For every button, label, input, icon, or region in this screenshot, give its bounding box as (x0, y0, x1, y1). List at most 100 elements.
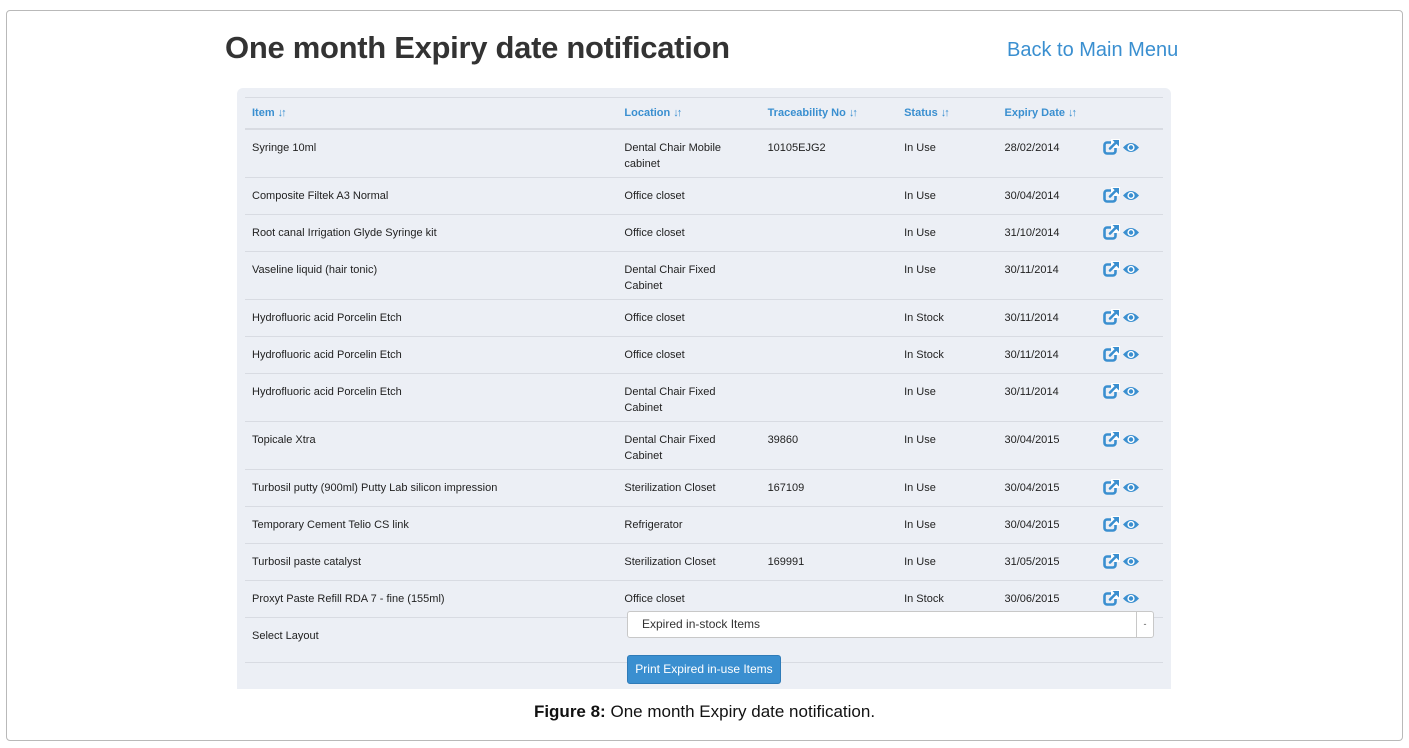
cell-status: In Use (897, 543, 998, 581)
table-row: Hydrofluoric acid Porcelin Etch Office cl… (245, 336, 1163, 374)
cell-item: Root canal Irrigation Glyde Syringe kit (245, 214, 618, 252)
cell-status: In Stock (897, 336, 998, 374)
cell-actions (1096, 469, 1163, 507)
eye-icon[interactable] (1122, 385, 1140, 398)
edit-external-icon[interactable] (1103, 346, 1121, 362)
column-header-traceability[interactable]: Traceability No ↓↑ (760, 97, 898, 130)
cell-traceability (760, 251, 898, 300)
cell-item: Turbosil putty (900ml) Putty Lab silicon… (245, 469, 618, 507)
table-row: Composite Filtek A3 Normal Office closet I… (245, 177, 1163, 215)
cell-status: In Use (897, 421, 998, 470)
table-row: Root canal Irrigation Glyde Syringe kit O… (245, 214, 1163, 252)
table-row: Topicale Xtra Dental Chair Fixed Cabinet 3… (245, 421, 1163, 470)
edit-external-icon[interactable] (1103, 383, 1121, 399)
figure-caption: Figure 8: One month Expiry date notifica… (0, 702, 1409, 722)
eye-icon[interactable] (1122, 141, 1140, 154)
edit-external-icon[interactable] (1103, 224, 1121, 240)
cell-traceability: 169991 (760, 543, 898, 581)
cell-expiry: 31/05/2015 (997, 543, 1097, 581)
eye-icon[interactable] (1122, 263, 1140, 276)
sort-icon[interactable]: ↓↑ (849, 107, 858, 119)
cell-traceability (760, 299, 898, 337)
inventory-panel: Item ↓↑ Location ↓↑ Traceability No ↓↑ Stat… (237, 88, 1171, 689)
cell-status: In Use (897, 506, 998, 544)
cell-status: In Use (897, 469, 998, 507)
cell-actions (1096, 177, 1163, 215)
eye-icon[interactable] (1122, 226, 1140, 239)
back-to-main-menu-link[interactable]: Back to Main Menu (1007, 39, 1178, 62)
column-header-item[interactable]: Item ↓↑ (245, 97, 618, 130)
cell-location: Sterilization Closet (617, 469, 761, 507)
select-arrow-icon[interactable]: - (1136, 612, 1153, 637)
edit-external-icon[interactable] (1103, 516, 1121, 532)
sort-icon[interactable]: ↓↑ (941, 107, 950, 119)
cell-traceability (760, 506, 898, 544)
cell-location: Sterilization Closet (617, 543, 761, 581)
cell-actions (1096, 506, 1163, 544)
edit-external-icon[interactable] (1103, 261, 1121, 277)
print-expired-button[interactable]: Print Expired in-use Items (627, 655, 781, 684)
cell-status: In Use (897, 177, 998, 215)
cell-status: In Use (897, 214, 998, 252)
figure-caption-text: One month Expiry date notification. (610, 702, 876, 721)
eye-icon[interactable] (1122, 592, 1140, 605)
cell-item: Turbosil paste catalyst (245, 543, 618, 581)
cell-status: In Use (897, 251, 998, 300)
sort-icon[interactable]: ↓↑ (1068, 107, 1077, 119)
cell-item: Hydrofluoric acid Porcelin Etch (245, 299, 618, 337)
eye-icon[interactable] (1122, 518, 1140, 531)
sort-icon[interactable]: ↓↑ (673, 107, 682, 119)
table-row: Turbosil putty (900ml) Putty Lab silicon… (245, 469, 1163, 507)
table-row: Syringe 10ml Dental Chair Mobile cabinet 1… (245, 129, 1163, 178)
cell-status: In Use (897, 373, 998, 422)
edit-external-icon[interactable] (1103, 431, 1121, 447)
edit-external-icon[interactable] (1103, 553, 1121, 569)
cell-location: Dental Chair Fixed Cabinet (617, 251, 761, 300)
sort-icon[interactable]: ↓↑ (278, 107, 287, 119)
eye-icon[interactable] (1122, 311, 1140, 324)
cell-traceability (760, 373, 898, 422)
edit-external-icon[interactable] (1103, 139, 1121, 155)
cell-actions (1096, 214, 1163, 252)
expiry-table: Item ↓↑ Location ↓↑ Traceability No ↓↑ Stat… (245, 97, 1163, 663)
cell-location: Office closet (617, 177, 761, 215)
column-header-status[interactable]: Status ↓↑ (897, 97, 998, 130)
eye-icon[interactable] (1122, 189, 1140, 202)
cell-item: Hydrofluoric acid Porcelin Etch (245, 336, 618, 374)
cell-item: Hydrofluoric acid Porcelin Etch (245, 373, 618, 422)
edit-external-icon[interactable] (1103, 479, 1121, 495)
edit-external-icon[interactable] (1103, 590, 1121, 606)
edit-external-icon[interactable] (1103, 187, 1121, 203)
cell-traceability (760, 177, 898, 215)
cell-actions (1096, 299, 1163, 337)
cell-traceability: 39860 (760, 421, 898, 470)
layout-select[interactable]: Expired in-stock Items - (627, 611, 1154, 638)
eye-icon[interactable] (1122, 348, 1140, 361)
cell-item: Temporary Cement Telio CS link (245, 506, 618, 544)
table-row: Hydrofluoric acid Porcelin Etch Dental Ch… (245, 373, 1163, 422)
eye-icon[interactable] (1122, 481, 1140, 494)
cell-actions (1096, 543, 1163, 581)
cell-item: Syringe 10ml (245, 129, 618, 178)
cell-item: Topicale Xtra (245, 421, 618, 470)
edit-external-icon[interactable] (1103, 309, 1121, 325)
column-header-location[interactable]: Location ↓↑ (617, 97, 761, 130)
cell-location: Office closet (617, 214, 761, 252)
eye-icon[interactable] (1122, 433, 1140, 446)
cell-item: Composite Filtek A3 Normal (245, 177, 618, 215)
cell-traceability (760, 336, 898, 374)
eye-icon[interactable] (1122, 555, 1140, 568)
page-title: One month Expiry date notification (225, 30, 730, 65)
cell-location: Dental Chair Fixed Cabinet (617, 373, 761, 422)
cell-expiry: 30/11/2014 (997, 373, 1097, 422)
table-row: Vaseline liquid (hair tonic) Dental Chair… (245, 251, 1163, 300)
cell-status: In Stock (897, 299, 998, 337)
layout-select-value: Expired in-stock Items (642, 617, 761, 631)
cell-item: Vaseline liquid (hair tonic) (245, 251, 618, 300)
cell-status: In Use (897, 129, 998, 178)
column-header-expiry[interactable]: Expiry Date ↓↑ (997, 97, 1097, 130)
cell-expiry: 30/11/2014 (997, 299, 1097, 337)
table-header-row: Item ↓↑ Location ↓↑ Traceability No ↓↑ Stat… (245, 97, 1163, 130)
cell-expiry: 30/11/2014 (997, 336, 1097, 374)
cell-expiry: 31/10/2014 (997, 214, 1097, 252)
